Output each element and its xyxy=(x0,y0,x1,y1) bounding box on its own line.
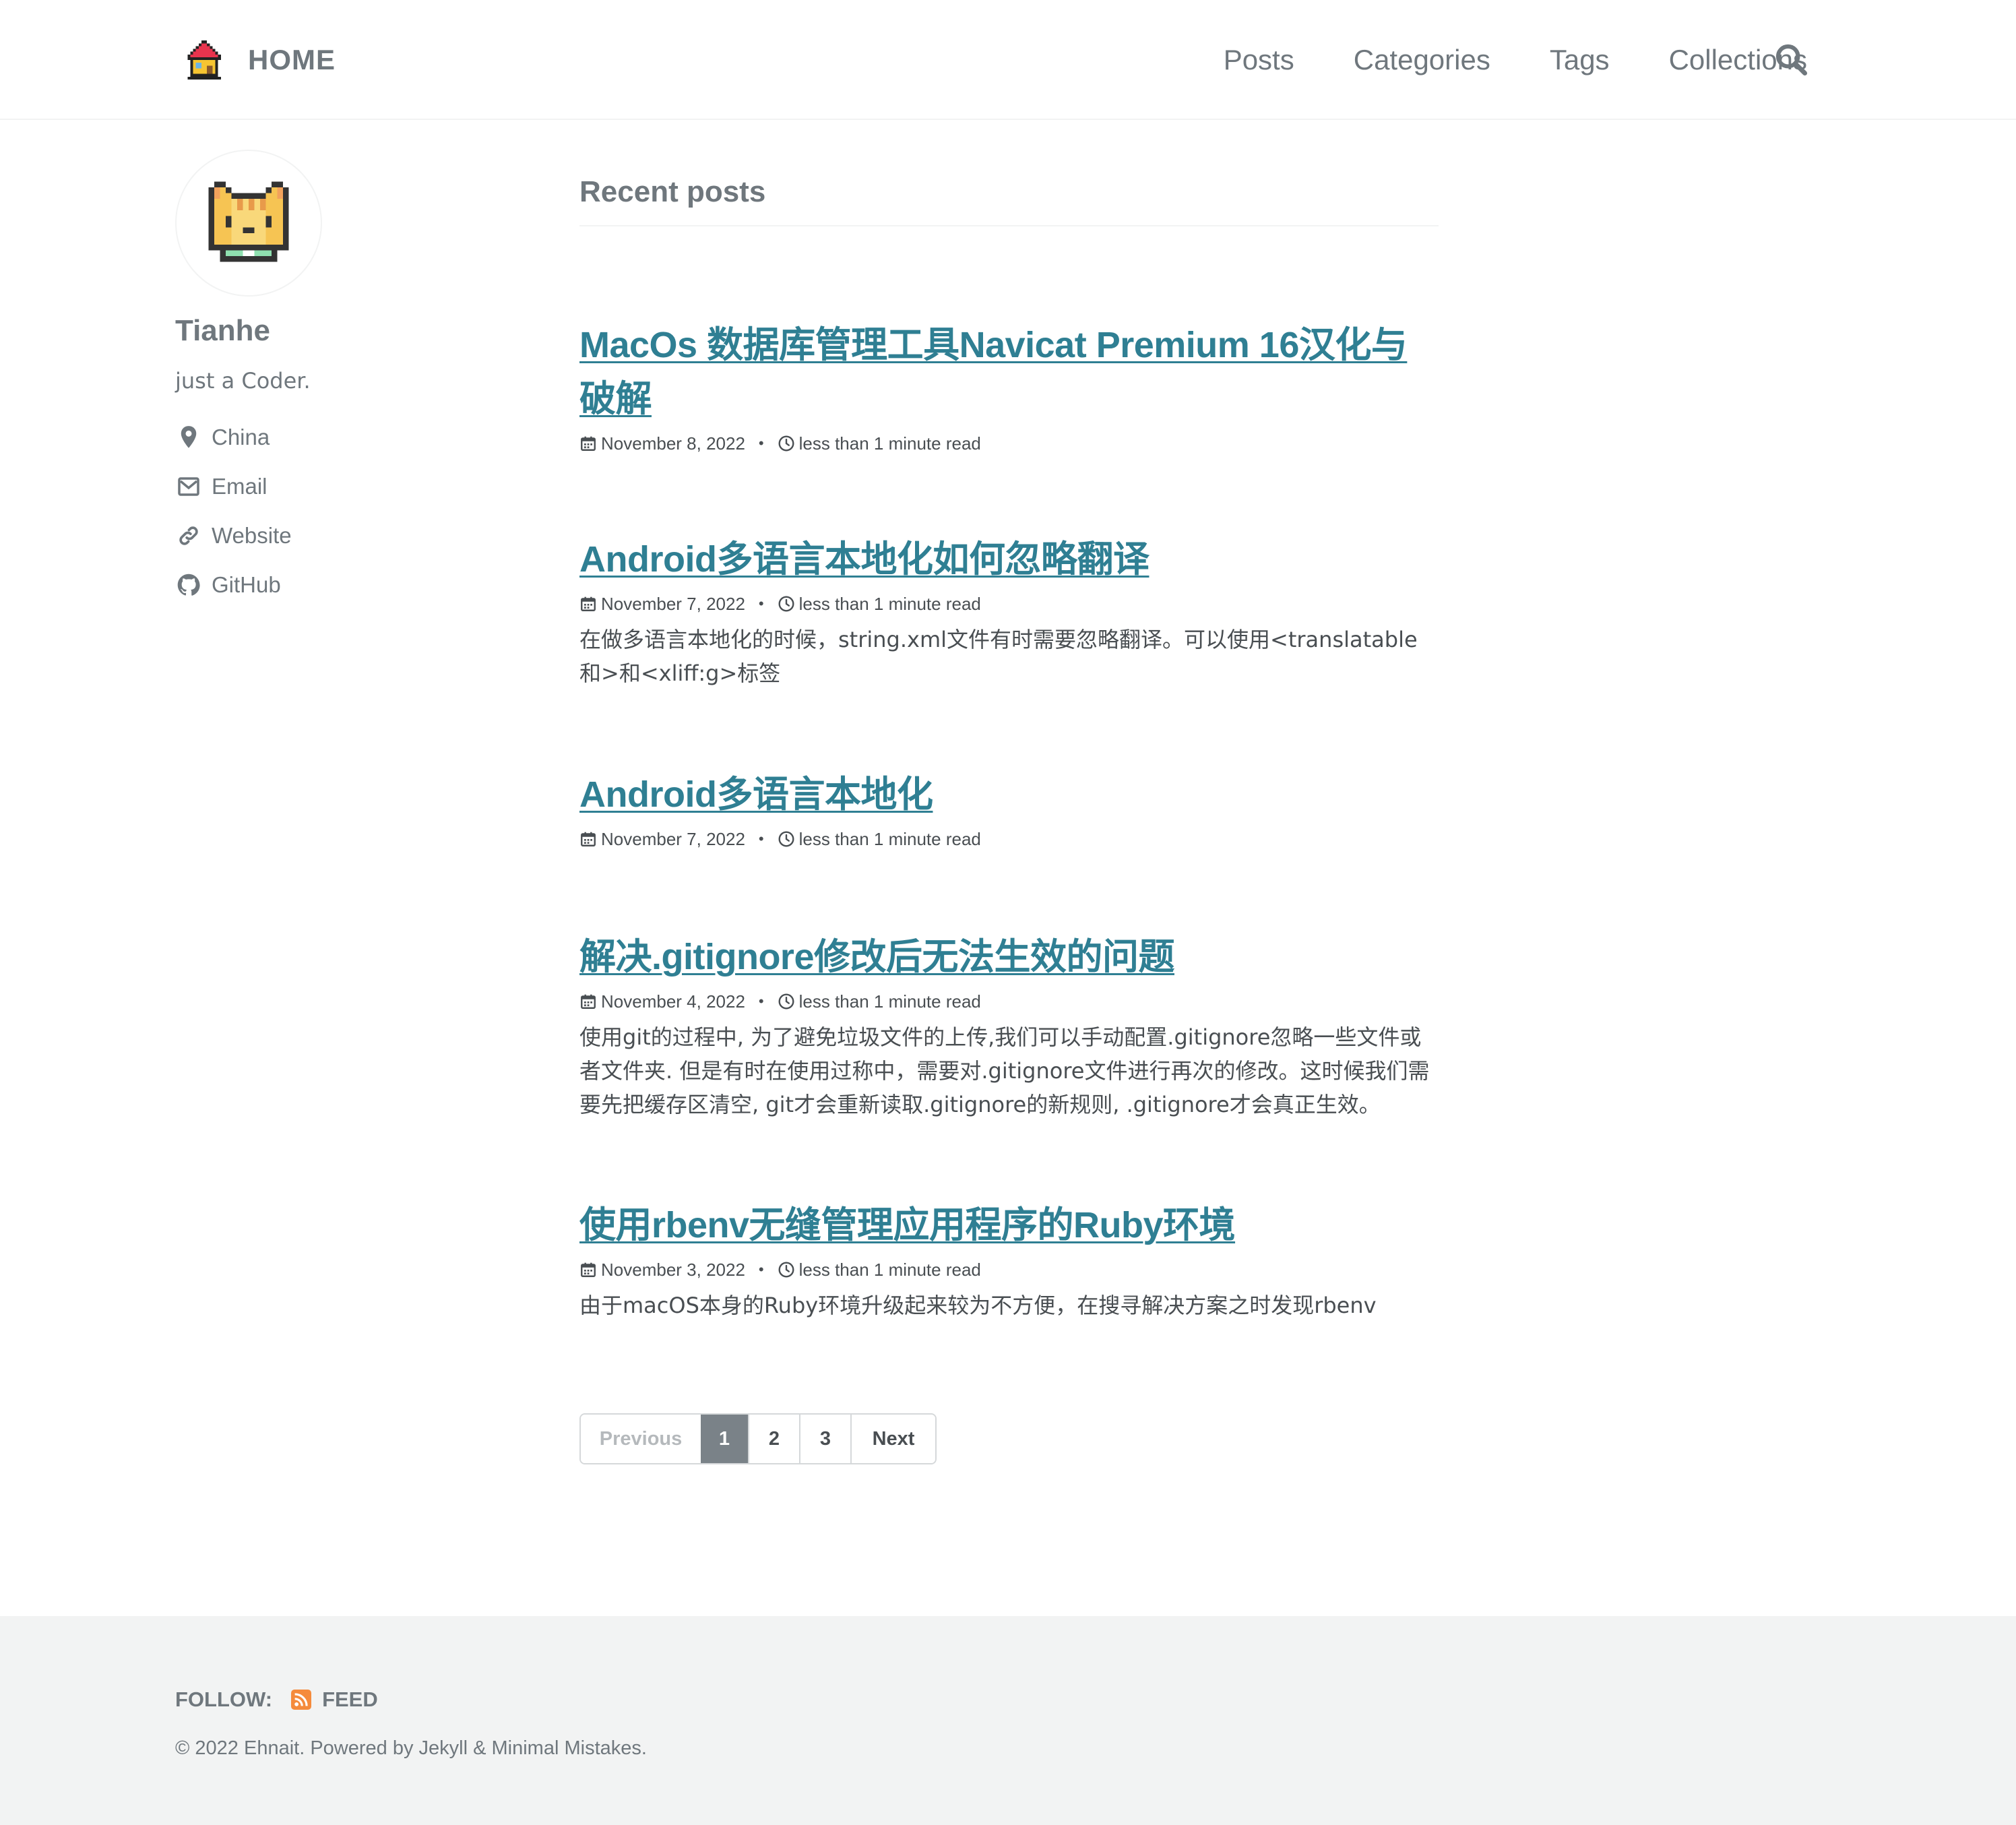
page-footer: FOLLOW: FEED © 2022 Ehnait. Powered by J… xyxy=(0,1616,2016,1825)
author-name: Tianhe xyxy=(175,314,271,347)
author-profile: Tianhe just a Coder. China Email Website… xyxy=(175,150,526,609)
envelope-icon xyxy=(175,473,202,500)
post-date: November 3, 2022 xyxy=(601,1259,745,1280)
post-excerpt: 使用git的过程中, 为了避免垃圾文件的上传,我们可以手动配置.gitignor… xyxy=(579,1024,1430,1117)
calendar-icon xyxy=(579,993,597,1010)
post-title-link[interactable]: 使用rbenv无缝管理应用程序的Ruby环境 xyxy=(579,1205,1236,1245)
post-title: 使用rbenv无缝管理应用程序的Ruby环境 xyxy=(579,1198,1439,1252)
post-meta: November 4, 2022 • less than 1 minute re… xyxy=(579,988,1439,1015)
copyright: © 2022 Ehnait. Powered by Jekyll & Minim… xyxy=(175,1737,647,1759)
author-email-link[interactable]: Email xyxy=(212,474,267,499)
author-link-email[interactable]: Email xyxy=(175,462,526,511)
nav-posts[interactable]: Posts xyxy=(1224,44,1294,76)
list-item: MacOs 数据库管理工具Navicat Premium 16汉化与破解 Nov… xyxy=(579,318,1439,457)
meta-separator: • xyxy=(758,830,764,847)
site-home-link[interactable]: HOME xyxy=(182,35,336,85)
calendar-icon xyxy=(579,830,597,848)
post-title: Android多语言本地化 xyxy=(579,768,1439,822)
post-read-time: less than 1 minute read xyxy=(798,593,981,614)
clock-icon xyxy=(778,435,795,452)
post-meta: November 7, 2022 • less than 1 minute re… xyxy=(579,590,1439,617)
meta-separator: • xyxy=(758,993,764,1010)
pixel-cat-icon xyxy=(203,176,294,270)
author-link-website[interactable]: Website xyxy=(175,511,526,560)
author-link-location: China xyxy=(175,412,526,462)
pagination-page-3[interactable]: 3 xyxy=(799,1415,850,1463)
github-icon xyxy=(175,571,202,598)
avatar xyxy=(175,150,322,297)
author-bio: just a Coder. xyxy=(175,368,311,394)
follow-label: FOLLOW: xyxy=(175,1688,273,1711)
author-website-link[interactable]: Website xyxy=(212,523,292,549)
post-read-time: less than 1 minute read xyxy=(798,1259,981,1280)
footer-follow: FOLLOW: FEED xyxy=(175,1688,378,1712)
feed-label[interactable]: FEED xyxy=(322,1688,378,1712)
nav-tags[interactable]: Tags xyxy=(1550,44,1610,76)
post-title-link[interactable]: 解决.gitignore修改后无法生效的问题 xyxy=(579,937,1174,977)
house-icon xyxy=(182,38,226,82)
post-date: November 7, 2022 xyxy=(601,828,745,849)
author-location-label: China xyxy=(212,424,270,450)
author-github-link[interactable]: GitHub xyxy=(212,572,281,598)
post-meta: November 3, 2022 • less than 1 minute re… xyxy=(579,1256,1439,1283)
meta-separator: • xyxy=(758,1261,764,1278)
masthead: HOME Posts Categories Tags Collections xyxy=(0,0,2016,120)
pagination-previous: Previous xyxy=(581,1415,701,1463)
search-icon[interactable] xyxy=(1773,42,1808,77)
meta-separator: • xyxy=(758,435,764,452)
pagination-page-1[interactable]: 1 xyxy=(701,1415,748,1463)
pagination-next[interactable]: Next xyxy=(850,1415,935,1463)
post-title: MacOs 数据库管理工具Navicat Premium 16汉化与破解 xyxy=(579,318,1439,426)
list-item: Android多语言本地化如何忽略翻译 November 7, 2022 • l… xyxy=(579,532,1439,690)
clock-icon xyxy=(778,993,795,1010)
recent-posts: Recent posts xyxy=(579,175,1439,226)
post-date: November 4, 2022 xyxy=(601,991,745,1012)
post-read-time: less than 1 minute read xyxy=(798,991,981,1012)
main-nav: Posts Categories Tags Collections xyxy=(1224,35,1807,85)
post-date: November 8, 2022 xyxy=(601,433,745,454)
calendar-icon xyxy=(579,435,597,452)
post-excerpt: 由于macOS本身的Ruby环境升级起来较为不方便，在搜寻解决方案之时发现rbe… xyxy=(579,1293,1377,1318)
list-item: Android多语言本地化 November 7, 2022 • less th… xyxy=(579,768,1439,853)
author-link-github[interactable]: GitHub xyxy=(175,560,526,609)
meta-separator: • xyxy=(758,595,764,612)
clock-icon xyxy=(778,1261,795,1278)
post-date: November 7, 2022 xyxy=(601,593,745,614)
nav-categories[interactable]: Categories xyxy=(1354,44,1490,76)
rss-icon xyxy=(291,1690,312,1710)
post-title: 解决.gitignore修改后无法生效的问题 xyxy=(579,930,1439,984)
post-title-link[interactable]: Android多语言本地化如何忽略翻译 xyxy=(579,539,1149,580)
pagination-page-2[interactable]: 2 xyxy=(748,1415,799,1463)
post-read-time: less than 1 minute read xyxy=(798,433,981,454)
author-links: China Email Website GitHub xyxy=(175,412,526,609)
link-icon xyxy=(175,522,202,549)
feed-link[interactable]: FEED xyxy=(291,1688,378,1712)
post-title-link[interactable]: MacOs 数据库管理工具Navicat Premium 16汉化与破解 xyxy=(579,325,1408,419)
recent-posts-heading: Recent posts xyxy=(579,175,1439,226)
post-meta: November 8, 2022 • less than 1 minute re… xyxy=(579,430,1439,457)
calendar-icon xyxy=(579,1261,597,1278)
post-meta: November 7, 2022 • less than 1 minute re… xyxy=(579,826,1439,853)
clock-icon xyxy=(778,830,795,848)
list-item: 解决.gitignore修改后无法生效的问题 November 4, 2022 … xyxy=(579,930,1439,1121)
post-title: Android多语言本地化如何忽略翻译 xyxy=(579,532,1439,586)
post-read-time: less than 1 minute read xyxy=(798,828,981,849)
clock-icon xyxy=(778,595,795,613)
list-item: 使用rbenv无缝管理应用程序的Ruby环境 November 3, 2022 … xyxy=(579,1198,1439,1322)
site-title[interactable]: HOME xyxy=(248,44,336,76)
calendar-icon xyxy=(579,595,597,613)
post-excerpt: 在做多语言本地化的时候，string.xml文件有时需要忽略翻译。可以使用<tr… xyxy=(579,627,1418,686)
pagination: Previous 1 2 3 Next xyxy=(579,1413,937,1464)
location-icon xyxy=(175,424,202,451)
post-title-link[interactable]: Android多语言本地化 xyxy=(579,774,933,815)
